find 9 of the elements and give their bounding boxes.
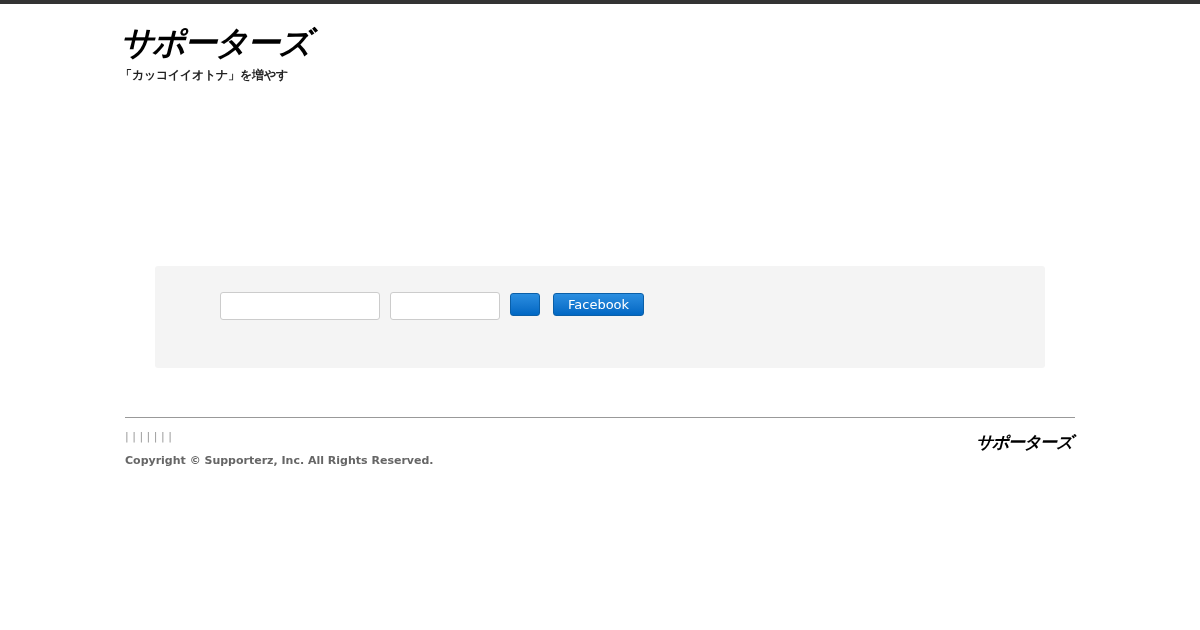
tagline: 「カッコイイオトナ」を増やす xyxy=(120,67,288,84)
submit-button[interactable] xyxy=(510,293,540,316)
password-field[interactable] xyxy=(390,292,500,320)
email-field[interactable] xyxy=(220,292,380,320)
footer-logo[interactable]: サポーターズ xyxy=(976,431,1075,453)
site-logo[interactable]: サポーターズ xyxy=(120,22,316,64)
copyright-text: Copyright © Supporterz, Inc. All Rights Reserved. xyxy=(125,453,434,469)
facebook-button[interactable]: Facebook xyxy=(553,293,645,316)
footer-link-separators: | | | | | | | xyxy=(125,431,173,443)
